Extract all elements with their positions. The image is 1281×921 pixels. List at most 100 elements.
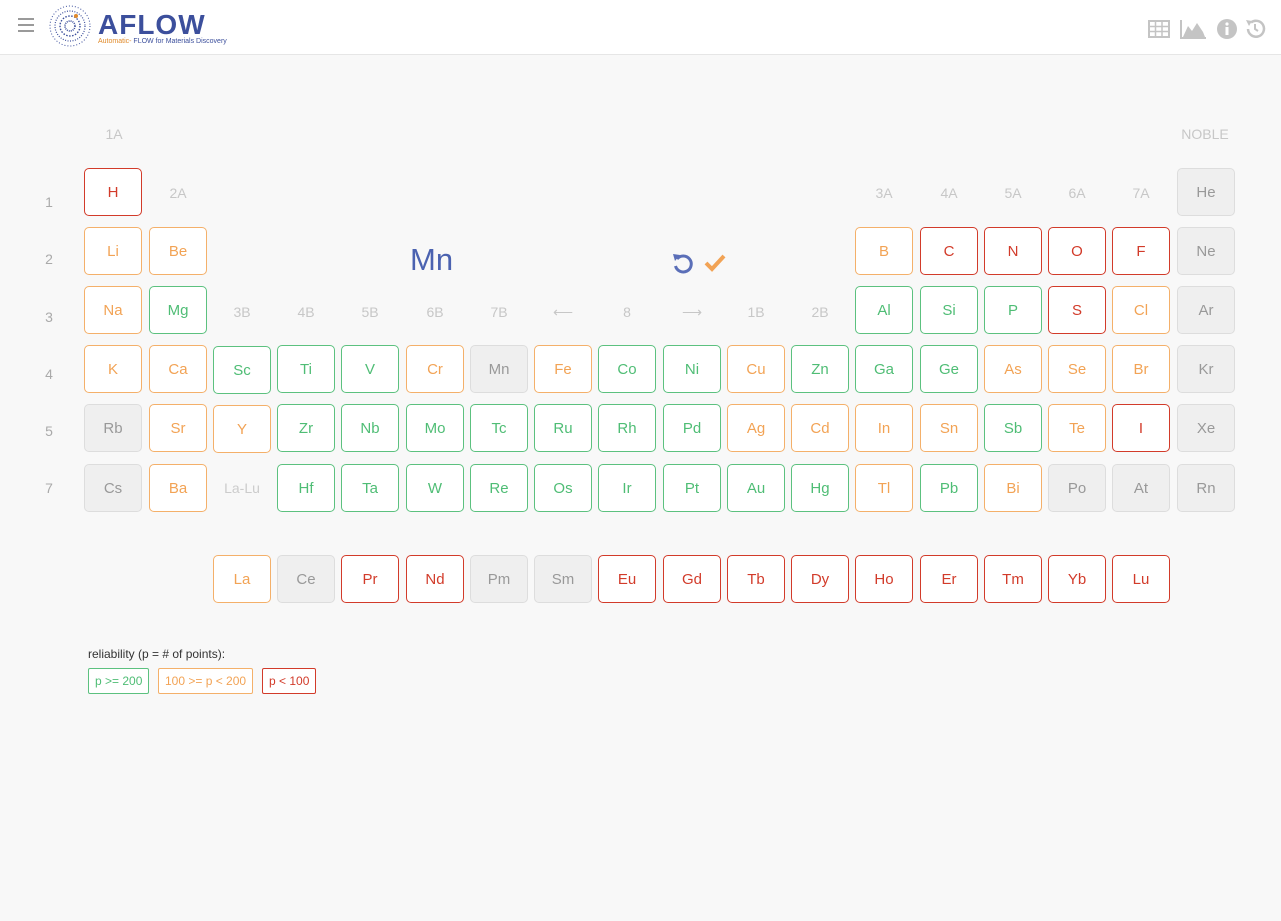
element-hg[interactable]: Hg xyxy=(791,464,849,512)
element-kr[interactable]: Kr xyxy=(1177,345,1235,393)
checkmark-icon[interactable] xyxy=(704,253,726,273)
element-as[interactable]: As xyxy=(984,345,1042,393)
element-v[interactable]: V xyxy=(341,345,399,393)
element-o[interactable]: O xyxy=(1048,227,1106,275)
element-sr[interactable]: Sr xyxy=(149,404,207,452)
element-be[interactable]: Be xyxy=(149,227,207,275)
element-er[interactable]: Er xyxy=(920,555,978,603)
element-na[interactable]: Na xyxy=(84,286,142,334)
element-tm[interactable]: Tm xyxy=(984,555,1042,603)
element-br[interactable]: Br xyxy=(1112,345,1170,393)
group-label-4b: 4B xyxy=(297,304,315,320)
element-fe[interactable]: Fe xyxy=(534,345,592,393)
element-ba[interactable]: Ba xyxy=(149,464,207,512)
element-cs[interactable]: Cs xyxy=(84,464,142,512)
element-ar[interactable]: Ar xyxy=(1177,286,1235,334)
element-al[interactable]: Al xyxy=(855,286,913,334)
table-icon[interactable] xyxy=(1147,18,1171,40)
element-li[interactable]: Li xyxy=(84,227,142,275)
element-la[interactable]: La xyxy=(213,555,271,603)
element-mo[interactable]: Mo xyxy=(406,404,464,452)
element-sc[interactable]: Sc xyxy=(213,346,271,394)
element-ta[interactable]: Ta xyxy=(341,464,399,512)
element-in[interactable]: In xyxy=(855,404,913,452)
info-icon[interactable] xyxy=(1215,18,1239,40)
element-ga[interactable]: Ga xyxy=(855,345,913,393)
element-ne[interactable]: Ne xyxy=(1177,227,1235,275)
chart-icon[interactable] xyxy=(1179,18,1207,40)
element-mg[interactable]: Mg xyxy=(149,286,207,334)
group-label-1a: 1A xyxy=(105,126,123,142)
element-w[interactable]: W xyxy=(406,464,464,512)
history-icon[interactable] xyxy=(1243,18,1267,40)
group-label-2b: 2B xyxy=(811,304,829,320)
element-sm[interactable]: Sm xyxy=(534,555,592,603)
element-pb[interactable]: Pb xyxy=(920,464,978,512)
element-ce[interactable]: Ce xyxy=(277,555,335,603)
group-label-5a: 5A xyxy=(1004,185,1022,201)
undo-icon[interactable] xyxy=(671,251,695,275)
aflow-logo[interactable]: AFLOW Automatic- FLOW for Materials Disc… xyxy=(46,2,227,50)
element-pr[interactable]: Pr xyxy=(341,555,399,603)
element-gd[interactable]: Gd xyxy=(663,555,721,603)
element-i[interactable]: I xyxy=(1112,404,1170,452)
element-eu[interactable]: Eu xyxy=(598,555,656,603)
element-cl[interactable]: Cl xyxy=(1112,286,1170,334)
element-po[interactable]: Po xyxy=(1048,464,1106,512)
element-c[interactable]: C xyxy=(920,227,978,275)
element-nd[interactable]: Nd xyxy=(406,555,464,603)
element-te[interactable]: Te xyxy=(1048,404,1106,452)
element-ir[interactable]: Ir xyxy=(598,464,656,512)
element-sn[interactable]: Sn xyxy=(920,404,978,452)
menu-icon[interactable] xyxy=(18,18,34,32)
element-rh[interactable]: Rh xyxy=(598,404,656,452)
element-s[interactable]: S xyxy=(1048,286,1106,334)
element-os[interactable]: Os xyxy=(534,464,592,512)
element-pt[interactable]: Pt xyxy=(663,464,721,512)
element-cu[interactable]: Cu xyxy=(727,345,785,393)
element-cd[interactable]: Cd xyxy=(791,404,849,452)
element-ho[interactable]: Ho xyxy=(855,555,913,603)
element-ca[interactable]: Ca xyxy=(149,345,207,393)
element-k[interactable]: K xyxy=(84,345,142,393)
element-bi[interactable]: Bi xyxy=(984,464,1042,512)
element-si[interactable]: Si xyxy=(920,286,978,334)
element-co[interactable]: Co xyxy=(598,345,656,393)
element-pd[interactable]: Pd xyxy=(663,404,721,452)
element-f[interactable]: F xyxy=(1112,227,1170,275)
element-ge[interactable]: Ge xyxy=(920,345,978,393)
element-tl[interactable]: Tl xyxy=(855,464,913,512)
group-label-noble: NOBLE xyxy=(1181,126,1229,142)
element-sb[interactable]: Sb xyxy=(984,404,1042,452)
element-au[interactable]: Au xyxy=(727,464,785,512)
element-rb[interactable]: Rb xyxy=(84,404,142,452)
element-ti[interactable]: Ti xyxy=(277,345,335,393)
element-tb[interactable]: Tb xyxy=(727,555,785,603)
element-at[interactable]: At xyxy=(1112,464,1170,512)
element-mn[interactable]: Mn xyxy=(470,345,528,393)
element-lu[interactable]: Lu xyxy=(1112,555,1170,603)
element-se[interactable]: Se xyxy=(1048,345,1106,393)
element-hf[interactable]: Hf xyxy=(277,464,335,512)
element-h[interactable]: H xyxy=(84,168,142,216)
element-he[interactable]: He xyxy=(1177,168,1235,216)
element-y[interactable]: Y xyxy=(213,405,271,453)
element-yb[interactable]: Yb xyxy=(1048,555,1106,603)
element-dy[interactable]: Dy xyxy=(791,555,849,603)
element-zr[interactable]: Zr xyxy=(277,404,335,452)
element-pm[interactable]: Pm xyxy=(470,555,528,603)
element-re[interactable]: Re xyxy=(470,464,528,512)
element-ag[interactable]: Ag xyxy=(727,404,785,452)
group-label-arrow-left: ⟵ xyxy=(552,304,574,320)
element-ru[interactable]: Ru xyxy=(534,404,592,452)
element-xe[interactable]: Xe xyxy=(1177,404,1235,452)
element-p[interactable]: P xyxy=(984,286,1042,334)
element-b[interactable]: B xyxy=(855,227,913,275)
element-rn[interactable]: Rn xyxy=(1177,464,1235,512)
element-nb[interactable]: Nb xyxy=(341,404,399,452)
element-zn[interactable]: Zn xyxy=(791,345,849,393)
element-ni[interactable]: Ni xyxy=(663,345,721,393)
element-n[interactable]: N xyxy=(984,227,1042,275)
element-cr[interactable]: Cr xyxy=(406,345,464,393)
element-tc[interactable]: Tc xyxy=(470,404,528,452)
